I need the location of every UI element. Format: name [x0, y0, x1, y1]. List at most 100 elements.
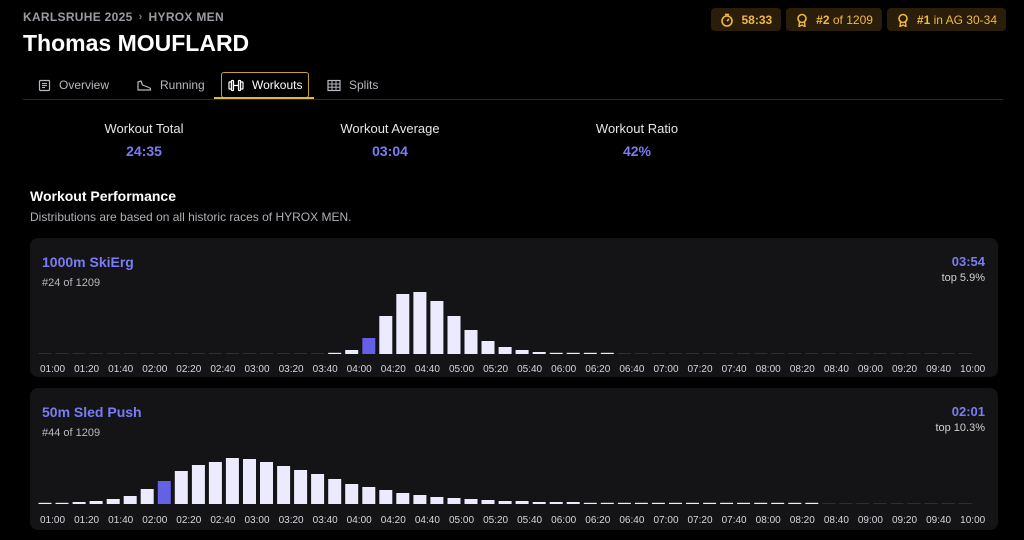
table-icon — [327, 79, 341, 91]
distribution-bar — [703, 502, 717, 504]
athlete-bar — [362, 338, 376, 354]
distribution-bar — [123, 353, 137, 354]
tab-running-label: Running — [160, 78, 205, 92]
x-tick-label: 09:00 — [858, 515, 883, 526]
athlete-name: Thomas MOUFLARD — [23, 30, 250, 56]
distribution-bar — [600, 502, 614, 504]
distribution-bar — [805, 353, 819, 354]
distribution-bar — [174, 353, 188, 354]
distribution-bar — [873, 353, 887, 354]
distribution-bar — [941, 353, 955, 354]
x-tick-label: 09:00 — [858, 364, 883, 375]
tab-splits[interactable]: Splits — [321, 72, 384, 98]
x-tick-label: 03:40 — [313, 515, 338, 526]
distribution-bar — [788, 502, 802, 504]
x-tick-label: 02:00 — [142, 364, 167, 375]
distribution-bar — [311, 474, 325, 504]
distribution-bar — [754, 502, 768, 504]
x-tick-label: 01:40 — [108, 364, 133, 375]
distribution-bar — [839, 503, 853, 504]
age-group-label: in AG 30-34 — [933, 12, 997, 27]
x-tick-label: 10:00 — [960, 364, 985, 375]
distribution-bar — [924, 353, 938, 354]
distribution-bar — [617, 353, 631, 354]
finish-time: 58:33 — [741, 12, 773, 27]
distribution-bar — [362, 487, 376, 504]
distribution-bar — [907, 353, 921, 354]
tab-workouts[interactable]: Workouts — [221, 72, 310, 98]
distribution-bar — [38, 353, 52, 354]
distribution-bar — [890, 353, 904, 354]
distribution-bar — [243, 353, 256, 354]
distribution-bar — [788, 353, 802, 354]
tab-running[interactable]: Running — [130, 72, 211, 98]
distribution-bar — [106, 499, 120, 504]
distribution-bar — [277, 466, 291, 504]
distribution-chart: 01:00 01:20 01:40 02:00 02:20 02:40 03:00 03:20… — [38, 458, 986, 526]
distribution-bar — [634, 502, 648, 504]
workout-card-skierg[interactable]: 1000m SkiErg #24 of 1209 03:54 top 5.9% … — [30, 238, 998, 377]
dumbbell-icon — [228, 79, 244, 91]
x-tick-label: 02:40 — [210, 515, 235, 526]
distribution-bar — [532, 352, 546, 354]
tab-splits-label: Splits — [349, 78, 379, 92]
shoe-icon — [137, 79, 152, 91]
distribution-bar — [208, 462, 222, 504]
breadcrumb-division[interactable]: HYROX MEN — [149, 10, 224, 24]
x-tick-label: 08:00 — [756, 364, 781, 375]
distribution-bar — [447, 498, 461, 504]
distribution-bar — [430, 301, 444, 354]
x-tick-label: 05:20 — [483, 515, 508, 526]
medal-icon — [898, 13, 908, 27]
distribution-bar — [669, 502, 682, 504]
finish-time-badge: 58:33 — [711, 8, 782, 31]
x-tick-label: 01:20 — [74, 364, 99, 375]
distribution-bar — [379, 316, 393, 354]
distribution-bar — [225, 353, 239, 354]
distribution-bar — [720, 353, 734, 354]
distribution-bar — [771, 353, 785, 354]
distribution-bar — [566, 502, 580, 504]
x-tick-label: 04:40 — [415, 364, 440, 375]
distribution-bar — [856, 353, 870, 354]
breadcrumb-event[interactable]: KARLSRUHE 2025 — [23, 10, 133, 24]
distribution-bar — [686, 353, 699, 354]
x-tick-label: 05:20 — [483, 364, 508, 375]
distribution-bar — [515, 350, 529, 354]
x-tick-label: 02:20 — [176, 364, 201, 375]
distribution-bar — [498, 501, 512, 504]
distribution-bar — [396, 493, 410, 504]
distribution-bar — [805, 502, 819, 504]
distribution-bar — [566, 352, 580, 354]
stopwatch-icon — [721, 13, 734, 27]
x-tick-label: 09:40 — [926, 515, 951, 526]
distribution-bar — [191, 353, 205, 354]
x-tick-label: 04:40 — [415, 515, 440, 526]
age-group-rank: #1 — [916, 12, 931, 27]
distribution-bar — [481, 500, 495, 504]
stat-workout-total: Workout Total 24:35 — [64, 121, 224, 159]
distribution-bar — [191, 465, 205, 504]
stat-label: Workout Ratio — [595, 121, 679, 136]
distribution-bar — [617, 502, 631, 504]
distribution-bar — [634, 353, 648, 354]
age-group-rank-badge: #1 in AG 30-34 — [886, 8, 1006, 31]
distribution-bar — [907, 503, 921, 504]
distribution-bar — [413, 292, 427, 354]
tab-overview[interactable]: Overview — [32, 72, 115, 98]
x-tick-label: 05:40 — [517, 364, 542, 375]
distribution-bar — [311, 353, 325, 354]
x-tick-label: 06:40 — [619, 364, 644, 375]
distribution-bar — [174, 471, 188, 504]
workout-card-sled-push[interactable]: 50m Sled Push #44 of 1209 02:01 top 10.3… — [30, 388, 998, 530]
x-tick-label: 07:20 — [687, 515, 712, 526]
distribution-bar — [839, 353, 853, 354]
distribution-bar — [703, 353, 717, 354]
x-tick-label: 06:20 — [585, 364, 610, 375]
distribution-bar — [532, 502, 546, 504]
medal-icon — [797, 13, 807, 27]
document-icon — [38, 79, 51, 91]
distribution-bar — [260, 353, 273, 354]
x-tick-label: 01:20 — [74, 515, 99, 526]
x-tick-label: 05:00 — [449, 515, 474, 526]
